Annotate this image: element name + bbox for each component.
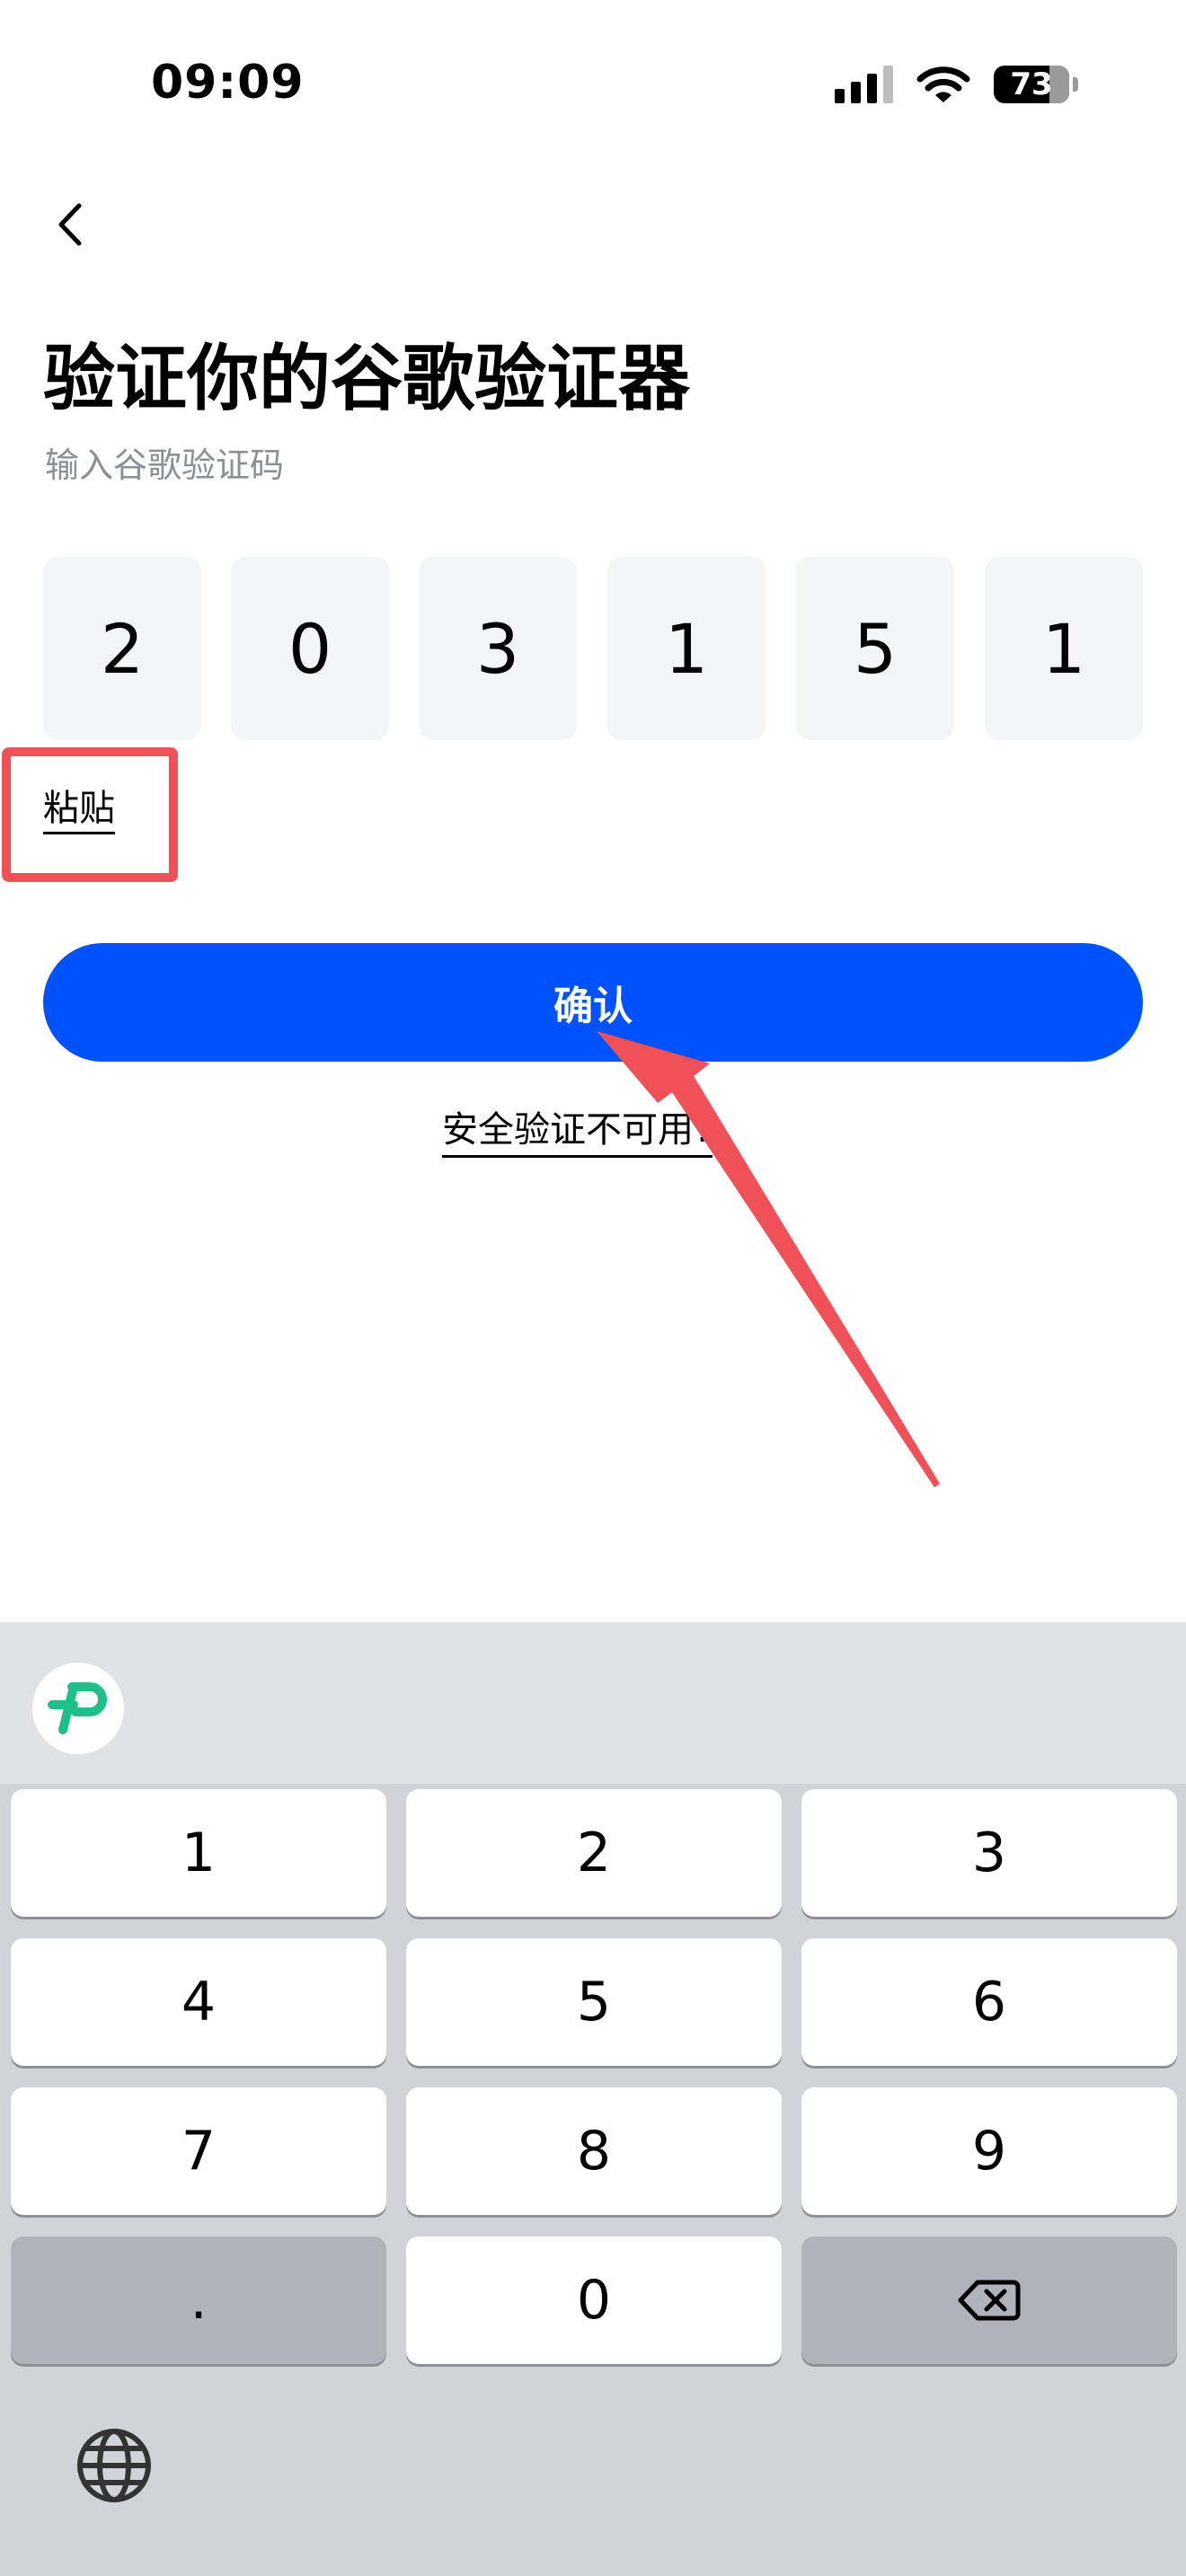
code-digit-box[interactable]: 2 — [43, 557, 201, 740]
key-3[interactable]: 3 — [801, 1789, 1177, 1917]
paste-button[interactable]: 粘贴 — [43, 785, 115, 834]
verification-screen: 09:09 73 验证你的谷歌验证器 输入谷歌验证码 2 0 3 1 5 1 粘… — [0, 0, 1186, 2576]
app-logo-icon[interactable] — [32, 1663, 124, 1754]
confirm-label: 确认 — [553, 984, 633, 1029]
battery-cap — [1073, 77, 1078, 92]
code-input-row: 2 0 3 1 5 1 — [43, 557, 1143, 740]
code-digit-box[interactable]: 1 — [985, 557, 1143, 740]
code-digit-box[interactable]: 0 — [231, 557, 389, 740]
key-6[interactable]: 6 — [801, 1938, 1177, 2066]
code-digit-box[interactable]: 3 — [419, 557, 577, 740]
page-title: 验证你的谷歌验证器 — [43, 337, 690, 420]
wifi-icon — [916, 65, 970, 104]
key-9[interactable]: 9 — [801, 2087, 1177, 2215]
key-2[interactable]: 2 — [406, 1789, 782, 1917]
backspace-key[interactable] — [801, 2236, 1177, 2364]
backspace-icon — [958, 2280, 1021, 2321]
confirm-button[interactable]: 确认 — [43, 943, 1143, 1062]
keyboard-toolbar — [0, 1622, 1186, 1784]
status-icons: 73 — [835, 65, 1078, 104]
page-subtitle: 输入谷歌验证码 — [45, 446, 285, 485]
key-8[interactable]: 8 — [406, 2087, 782, 2215]
key-1[interactable]: 1 — [11, 1789, 386, 1917]
globe-icon[interactable] — [75, 2427, 153, 2508]
battery-icon: 73 — [994, 66, 1069, 103]
status-time: 09:09 — [151, 56, 305, 110]
cellular-signal-icon — [835, 66, 893, 103]
status-bar: 09:09 73 — [0, 0, 1186, 171]
security-unavailable-link[interactable]: 安全验证不可用? — [442, 1105, 713, 1158]
key-4[interactable]: 4 — [11, 1938, 386, 2066]
key-5[interactable]: 5 — [406, 1938, 782, 2066]
code-digit-box[interactable]: 1 — [607, 557, 766, 740]
chevron-left-icon — [58, 203, 82, 246]
back-button[interactable] — [45, 193, 99, 256]
key-0[interactable]: 0 — [406, 2236, 782, 2364]
code-digit-box[interactable]: 5 — [796, 557, 954, 740]
key-decimal[interactable]: . — [11, 2236, 386, 2364]
key-7[interactable]: 7 — [11, 2087, 386, 2215]
battery-level: 73 — [1010, 66, 1053, 102]
